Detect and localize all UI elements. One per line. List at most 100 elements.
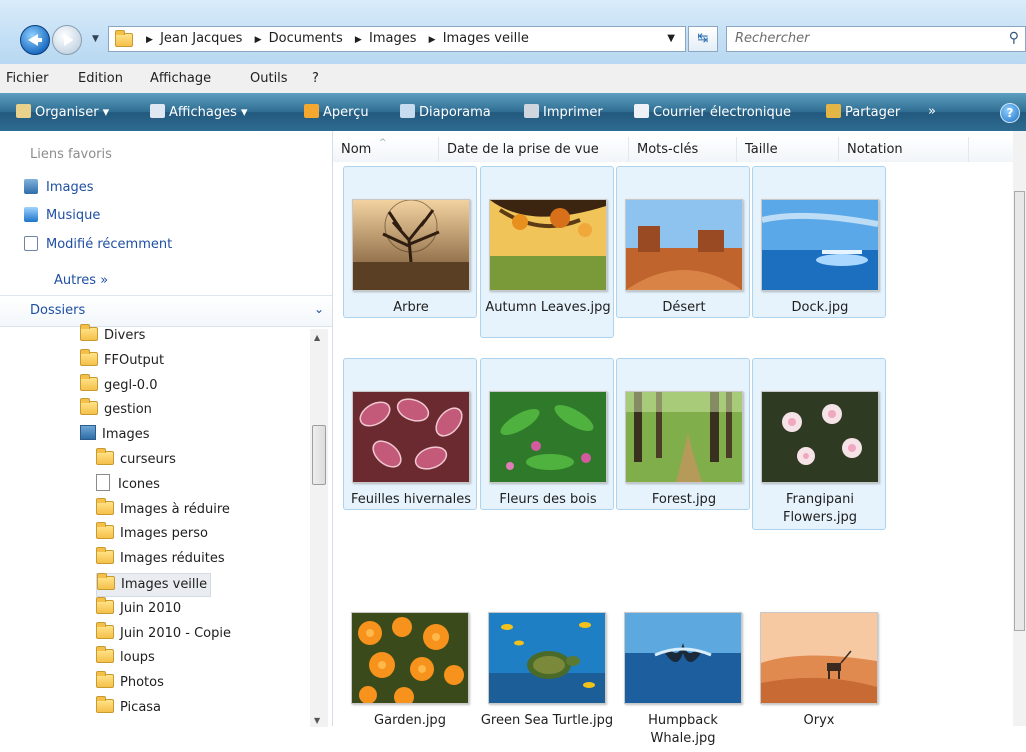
affichages-button[interactable]: Affichages ▾ — [150, 104, 248, 120]
file-tile[interactable]: Frangipani Flowers.jpg — [752, 358, 886, 530]
tree-item[interactable]: gegl-0.0 — [80, 373, 157, 397]
favorite-music[interactable]: Musique — [24, 207, 100, 223]
document-icon — [96, 473, 110, 491]
breadcrumb-separator-icon[interactable]: ▶ — [255, 35, 262, 45]
diaporama-button[interactable]: Diaporama — [400, 104, 491, 120]
menu-outils[interactable]: Outils — [250, 71, 288, 86]
thumbnail-image — [351, 612, 469, 704]
file-name-label: Autumn Leaves.jpg — [485, 300, 611, 315]
scroll-up-icon[interactable]: ▲ — [314, 333, 320, 342]
file-tile[interactable]: Fleurs des bois — [480, 358, 614, 510]
tree-item[interactable]: Icones — [96, 473, 160, 496]
file-tile[interactable]: Garden.jpg — [343, 580, 477, 732]
thumbnail-image — [624, 612, 742, 704]
tree-item-label: Images perso — [120, 526, 208, 542]
tree-item-label: curseurs — [120, 452, 176, 467]
column-name[interactable]: ^ Nom — [333, 137, 439, 162]
search-placeholder: Rechercher — [735, 31, 810, 46]
file-tile[interactable]: Humpback Whale.jpg — [616, 580, 750, 752]
scroll-down-icon[interactable]: ▼ — [314, 716, 320, 725]
navigation-pane: Liens favoris Images Musique Modifié réc… — [0, 131, 333, 727]
thumbnail-image — [625, 391, 743, 483]
menu-edition[interactable]: Edition — [78, 71, 123, 86]
tree-item[interactable]: Divers — [80, 324, 145, 347]
file-tile[interactable]: Autumn Leaves.jpg — [480, 166, 614, 338]
file-tile[interactable]: Désert — [616, 166, 750, 318]
column-date[interactable]: Date de la prise de vue — [439, 137, 629, 162]
file-list-scrollbar[interactable] — [1013, 131, 1026, 726]
partager-label: Partager — [845, 105, 901, 120]
courrier-button[interactable]: Courrier électronique — [634, 104, 791, 120]
tree-item[interactable]: Images à réduire — [96, 497, 230, 521]
menu-fichier[interactable]: Fichier — [6, 71, 49, 86]
search-input[interactable]: Rechercher ⚲ — [726, 26, 1026, 52]
organise-icon — [16, 104, 31, 118]
file-tile[interactable]: Oryx — [752, 580, 886, 732]
help-button[interactable]: ? — [1000, 103, 1020, 123]
organiser-button[interactable]: Organiser ▾ — [16, 104, 109, 120]
forward-button[interactable] — [52, 25, 82, 55]
file-tile[interactable]: Forest.jpg — [616, 358, 750, 510]
tree-item[interactable]: curseurs — [96, 448, 176, 471]
scrollbar-thumb[interactable] — [1014, 191, 1025, 631]
address-dropdown-icon[interactable]: ▼ — [667, 33, 675, 44]
refresh-button[interactable]: ↹ — [688, 26, 718, 52]
tree-item[interactable]: gestion — [80, 398, 152, 421]
breadcrumb-separator-icon[interactable]: ▶ — [429, 35, 436, 45]
menu-help[interactable]: ? — [312, 71, 319, 86]
tree-item-label: Icones — [118, 476, 160, 492]
breadcrumb-item[interactable]: Images veille — [443, 31, 529, 46]
search-icon[interactable]: ⚲ — [1009, 30, 1019, 46]
tree-item[interactable]: Images veille — [96, 573, 212, 597]
more-links[interactable]: Autres » — [54, 273, 108, 288]
favorite-recent[interactable]: Modifié récemment — [24, 236, 172, 252]
column-size[interactable]: Taille — [737, 137, 839, 162]
file-tile[interactable]: Green Sea Turtle.jpg — [480, 580, 614, 752]
folder-tree-scrollbar[interactable]: ▲ ▼ — [310, 329, 328, 727]
imprimer-button[interactable]: Imprimer — [524, 104, 603, 120]
file-tile[interactable]: Feuilles hivernales — [343, 358, 477, 510]
command-toolbar: Organiser ▾ Affichages ▾ Aperçu Diaporam… — [0, 93, 1026, 131]
breadcrumb-item[interactable]: Documents — [269, 31, 343, 46]
breadcrumb-item[interactable]: Jean Jacques — [160, 31, 242, 46]
file-name-label: Arbre — [393, 300, 429, 315]
folders-header[interactable]: Dossiers ⌄ — [0, 295, 332, 327]
menu-affichage[interactable]: Affichage — [150, 71, 211, 86]
favorite-images[interactable]: Images — [24, 179, 94, 195]
tree-item[interactable]: Juin 2010 - Copie — [96, 621, 231, 645]
file-name-label: Humpback Whale.jpg — [648, 713, 718, 746]
tree-item[interactable]: Juin 2010 — [96, 596, 181, 620]
file-tile[interactable]: Arbre — [343, 166, 477, 318]
file-tile[interactable]: Dock.jpg — [752, 166, 886, 318]
folder-icon — [115, 30, 133, 47]
tree-item[interactable]: Images — [80, 424, 150, 446]
apercu-button[interactable]: Aperçu — [304, 104, 369, 120]
back-button[interactable] — [20, 25, 50, 55]
folder-icon — [96, 522, 114, 540]
folder-icon — [96, 596, 114, 614]
favorite-label: Modifié récemment — [46, 237, 173, 252]
tree-item-label: Picasa — [120, 700, 162, 715]
diaporama-label: Diaporama — [419, 105, 491, 120]
chevron-down-icon[interactable]: ⌄ — [314, 302, 324, 316]
column-rating[interactable]: Notation — [839, 137, 969, 162]
recent-pages-dropdown-icon[interactable]: ▼ — [92, 34, 99, 44]
breadcrumb-separator-icon[interactable]: ▶ — [355, 35, 362, 45]
breadcrumb-separator-icon[interactable]: ▶ — [146, 35, 153, 45]
folder-icon — [96, 671, 114, 689]
tree-item[interactable]: Images réduites — [96, 547, 225, 570]
tree-item[interactable]: Images perso — [96, 522, 208, 545]
music-icon — [24, 207, 38, 222]
tree-item[interactable]: Photos — [96, 671, 164, 694]
breadcrumb-item[interactable]: Images — [369, 31, 417, 46]
toolbar-more-button[interactable]: » — [928, 104, 936, 119]
scrollbar-thumb[interactable] — [312, 425, 326, 485]
column-keywords[interactable]: Mots-clés — [629, 137, 737, 162]
tree-item-label: Images veille — [121, 577, 208, 592]
tree-item[interactable]: FFOutput — [80, 348, 164, 372]
menu-bar: Fichier Edition Affichage Outils ? — [0, 64, 1026, 94]
tree-item[interactable]: Picasa — [96, 696, 162, 719]
address-box[interactable]: ▶ Jean Jacques ▶ Documents ▶ Images ▶ Im… — [108, 26, 686, 52]
tree-item[interactable]: loups — [96, 646, 155, 669]
partager-button[interactable]: Partager — [826, 104, 900, 120]
